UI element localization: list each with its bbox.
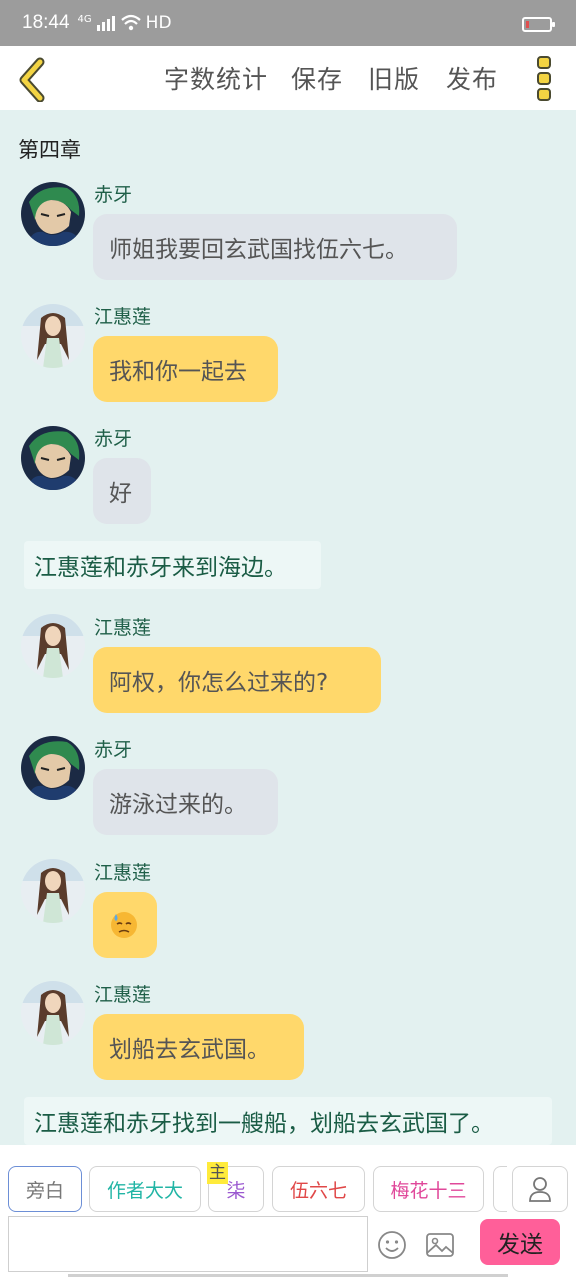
message-bubble[interactable]: 师姐我要回玄武国找伍六七。	[93, 214, 457, 280]
save-button[interactable]: 保存	[291, 60, 343, 96]
message-bubble[interactable]: 游泳过来的。	[93, 769, 278, 835]
narration-text[interactable]: 江惠莲和赤牙找到一艘船，划船去玄武国了。	[24, 1097, 552, 1145]
character-chip-partial[interactable]	[493, 1166, 507, 1212]
bottom-bar: 旁白 作者大大 主 柒 伍六七 梅花十三 发送	[0, 1145, 576, 1280]
smiley-icon	[378, 1231, 406, 1259]
status-icons: 4G HD	[78, 13, 172, 33]
home-indicator[interactable]	[68, 1274, 508, 1277]
avatar-jianghuilian[interactable]	[21, 859, 85, 923]
add-character-button[interactable]	[512, 1166, 568, 1212]
more-vertical-icon	[537, 56, 551, 101]
word-count-button[interactable]: 字数统计	[164, 60, 268, 96]
avatar-chiya[interactable]	[21, 182, 85, 246]
image-icon	[426, 1233, 454, 1257]
message-bubble[interactable]: 我和你一起去	[93, 336, 278, 402]
avatar-chiya[interactable]	[21, 426, 85, 490]
send-button[interactable]: 发送	[480, 1219, 560, 1265]
character-chip-wuliuqi[interactable]: 伍六七	[272, 1166, 365, 1212]
toolbar: 字数统计 保存 旧版 发布	[0, 46, 576, 110]
old-version-button[interactable]: 旧版	[368, 60, 420, 96]
speaker-name: 江惠莲	[94, 306, 152, 328]
chip-label: 旁白	[25, 1179, 64, 1202]
avatar-jianghuilian[interactable]	[21, 304, 85, 368]
chip-label: 柒	[226, 1179, 246, 1202]
wifi-icon	[120, 14, 141, 31]
chat-area[interactable]: 第四章 赤牙 师姐我要回玄武国找伍六七。 江惠莲 我和你一起去 赤牙好江惠莲和赤牙来到海…	[0, 110, 576, 1145]
image-button[interactable]	[424, 1229, 456, 1261]
speaker-name: 江惠莲	[94, 617, 152, 639]
emoji-button[interactable]	[376, 1229, 408, 1261]
message-bubble[interactable]: 划船去玄武国。	[93, 1014, 304, 1080]
speaker-name: 赤牙	[94, 739, 133, 761]
signal-icon	[96, 16, 115, 31]
narration-text[interactable]: 江惠莲和赤牙来到海边。	[24, 541, 321, 589]
character-chip-narrator[interactable]: 旁白	[8, 1166, 82, 1212]
hd-label: HD	[145, 13, 172, 33]
speaker-name: 江惠莲	[94, 984, 152, 1006]
character-chip-author[interactable]: 作者大大	[89, 1166, 201, 1212]
message-bubble[interactable]: 阿权，你怎么过来的?	[93, 647, 381, 713]
message-input[interactable]	[8, 1216, 368, 1272]
status-time: 18:44	[22, 12, 70, 33]
status-bar: 18:44 4G HD	[0, 0, 576, 46]
chip-label: 梅花十三	[390, 1179, 467, 1202]
chip-label: 伍六七	[289, 1179, 347, 1202]
battery-icon	[522, 17, 555, 32]
message-bubble[interactable]: 好	[93, 458, 151, 524]
sweat-face-icon	[111, 912, 137, 938]
speaker-name: 赤牙	[94, 184, 133, 206]
main-character-tag: 主	[207, 1162, 228, 1184]
publish-button[interactable]: 发布	[446, 60, 498, 96]
message-bubble[interactable]	[93, 892, 157, 958]
avatar-chiya[interactable]	[21, 736, 85, 800]
speaker-name: 赤牙	[94, 428, 133, 450]
chapter-title: 第四章	[18, 138, 81, 162]
back-arrow-icon	[19, 57, 45, 103]
chip-label: 作者大大	[106, 1179, 183, 1202]
speaker-name: 江惠莲	[94, 862, 152, 884]
person-icon	[529, 1177, 551, 1202]
character-chip-meihua[interactable]: 梅花十三	[373, 1166, 484, 1212]
network-label: 4G	[77, 13, 92, 25]
character-chip-qi[interactable]: 主 柒	[207, 1162, 264, 1212]
avatar-jianghuilian[interactable]	[21, 614, 85, 678]
avatar-jianghuilian[interactable]	[21, 981, 85, 1045]
more-menu-button[interactable]	[530, 54, 558, 104]
back-button[interactable]	[10, 54, 58, 103]
